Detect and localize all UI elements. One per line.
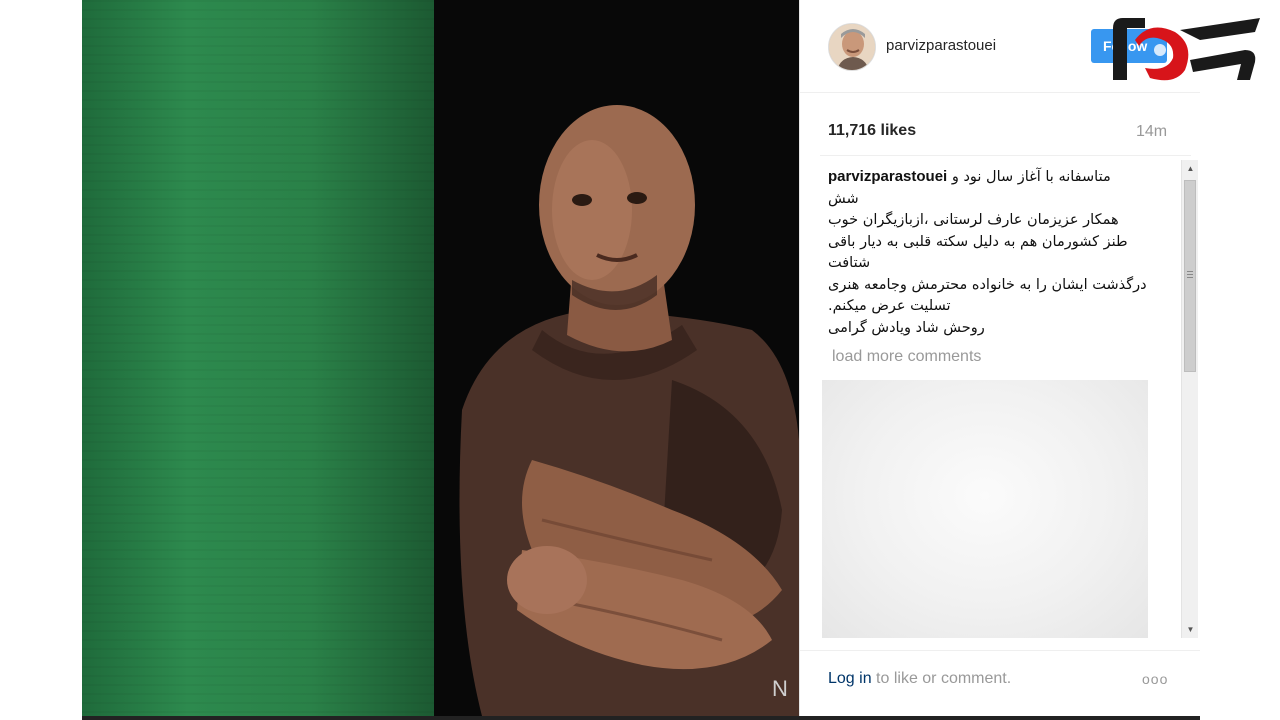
more-options-icon[interactable]: ooo	[1142, 671, 1168, 687]
man-portrait-illustration	[459, 105, 799, 716]
post-caption: parvizparastouei متاسفانه با آغاز سال نو…	[828, 166, 1148, 339]
bottom-edge	[82, 716, 1200, 720]
avatar-image-icon	[829, 24, 875, 70]
login-prompt-text: to like or comment.	[871, 670, 1012, 687]
green-wall-background	[82, 0, 434, 716]
screenshot-frame: N parvizparastouei Follow 11,716 likes 1…	[0, 0, 1280, 720]
login-link[interactable]: Log in	[828, 670, 872, 687]
scrollbar-grip	[1187, 271, 1193, 279]
caption-text-line: درگذشت ایشان را به خانواده محترمش وجامعه…	[828, 276, 1147, 293]
post-photo[interactable]: N	[82, 0, 799, 716]
caption-text-line: طنز کشورمان هم به دلیل سکته قلبی به دیار…	[828, 233, 1128, 250]
caption-text-line: متاسفانه با آغاز سال نود و	[951, 169, 1111, 185]
left-margin	[0, 0, 82, 720]
scrollbar-thumb[interactable]	[1184, 180, 1196, 372]
caption-text-line: شتافت	[828, 255, 871, 271]
scroll-down-arrow-icon[interactable]: ▼	[1182, 621, 1199, 638]
divider	[820, 155, 1191, 156]
blurred-comment-image	[822, 380, 1148, 638]
post-time: 14m	[1136, 123, 1168, 140]
caption-text-line: روحش شاد ویادش گرامی	[828, 319, 985, 336]
post-side-panel: parvizparastouei Follow 11,716 likes 14m…	[799, 0, 1201, 716]
comments-area: parvizparastouei متاسفانه با آغاز سال نو…	[820, 160, 1182, 638]
load-more-comments-link[interactable]: load more comments	[832, 348, 981, 366]
caption-text-line: شش	[828, 190, 859, 207]
scroll-up-arrow-icon[interactable]: ▲	[1182, 160, 1199, 177]
profile-avatar[interactable]	[828, 23, 876, 71]
post-footer: Log in to like or comment. ooo	[800, 650, 1201, 716]
right-margin	[1200, 0, 1280, 720]
likes-count[interactable]: 11,716 likes	[828, 122, 916, 140]
caption-text-line: همکار عزیزمان عارف لرستانی ،ازبازیگران خ…	[828, 212, 1119, 228]
post-username[interactable]: parvizparastouei	[886, 37, 996, 54]
caption-username[interactable]: parvizparastouei	[828, 168, 947, 185]
rokna-logo	[1113, 18, 1260, 81]
login-prompt: Log in to like or comment.	[828, 670, 1011, 688]
comments-scrollbar[interactable]: ▲ ▼	[1181, 160, 1198, 638]
caption-text-line: .تسلیت عرض میکنم	[828, 298, 951, 314]
photo-watermark: N	[772, 676, 788, 701]
caption-first-line: parvizparastouei متاسفانه با آغاز سال نو…	[828, 166, 1148, 189]
